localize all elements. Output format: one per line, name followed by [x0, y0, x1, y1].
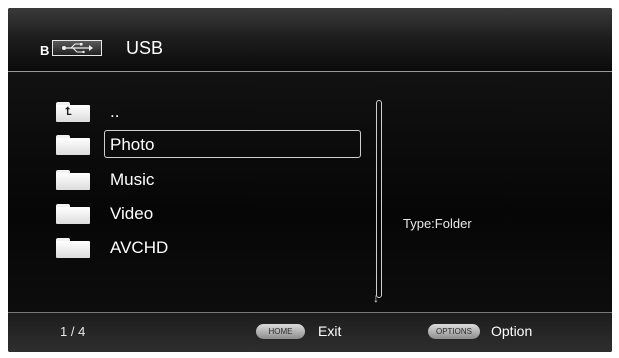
list-item-avchd[interactable]: AVCHD	[8, 233, 368, 261]
header-bar: B USB	[8, 8, 612, 71]
folder-up-icon: ⮤	[56, 102, 90, 122]
list-item-label: Music	[110, 170, 155, 189]
list-item-video[interactable]: Video	[8, 199, 368, 227]
device-title: USB	[126, 38, 164, 58]
list-item-label: ..	[110, 102, 120, 121]
folder-icon	[56, 204, 90, 224]
list-item-parent[interactable]: ⮤ ..	[8, 97, 368, 125]
header-divider	[8, 71, 612, 72]
list-item-label: Photo	[110, 135, 155, 154]
folder-icon	[56, 238, 90, 258]
list-item-label: AVCHD	[110, 238, 169, 257]
footer-bar: 1 / 4 HOME Exit OPTIONS Option	[8, 313, 612, 352]
list-item-music[interactable]: Music	[8, 165, 368, 193]
home-key-icon[interactable]: HOME	[256, 324, 305, 339]
folder-icon	[56, 170, 90, 190]
scrollbar[interactable]	[376, 100, 382, 298]
usb-browser-screen: B USB ⮤ .. Photo Music Video AVCHD ↓ Typ…	[8, 8, 612, 352]
folder-icon	[56, 135, 90, 155]
list-item-label: Video	[110, 204, 154, 223]
page-count: 1 / 4	[60, 324, 86, 339]
list-item-photo[interactable]: Photo	[8, 130, 368, 158]
item-type-info: Type:Folder	[403, 216, 472, 231]
option-label: Option	[491, 323, 533, 339]
usb-icon	[52, 40, 102, 56]
options-key-icon[interactable]: OPTIONS	[428, 324, 480, 339]
scroll-down-arrow-icon: ↓	[373, 291, 379, 305]
device-letter: B	[40, 43, 50, 58]
exit-label: Exit	[318, 323, 342, 339]
